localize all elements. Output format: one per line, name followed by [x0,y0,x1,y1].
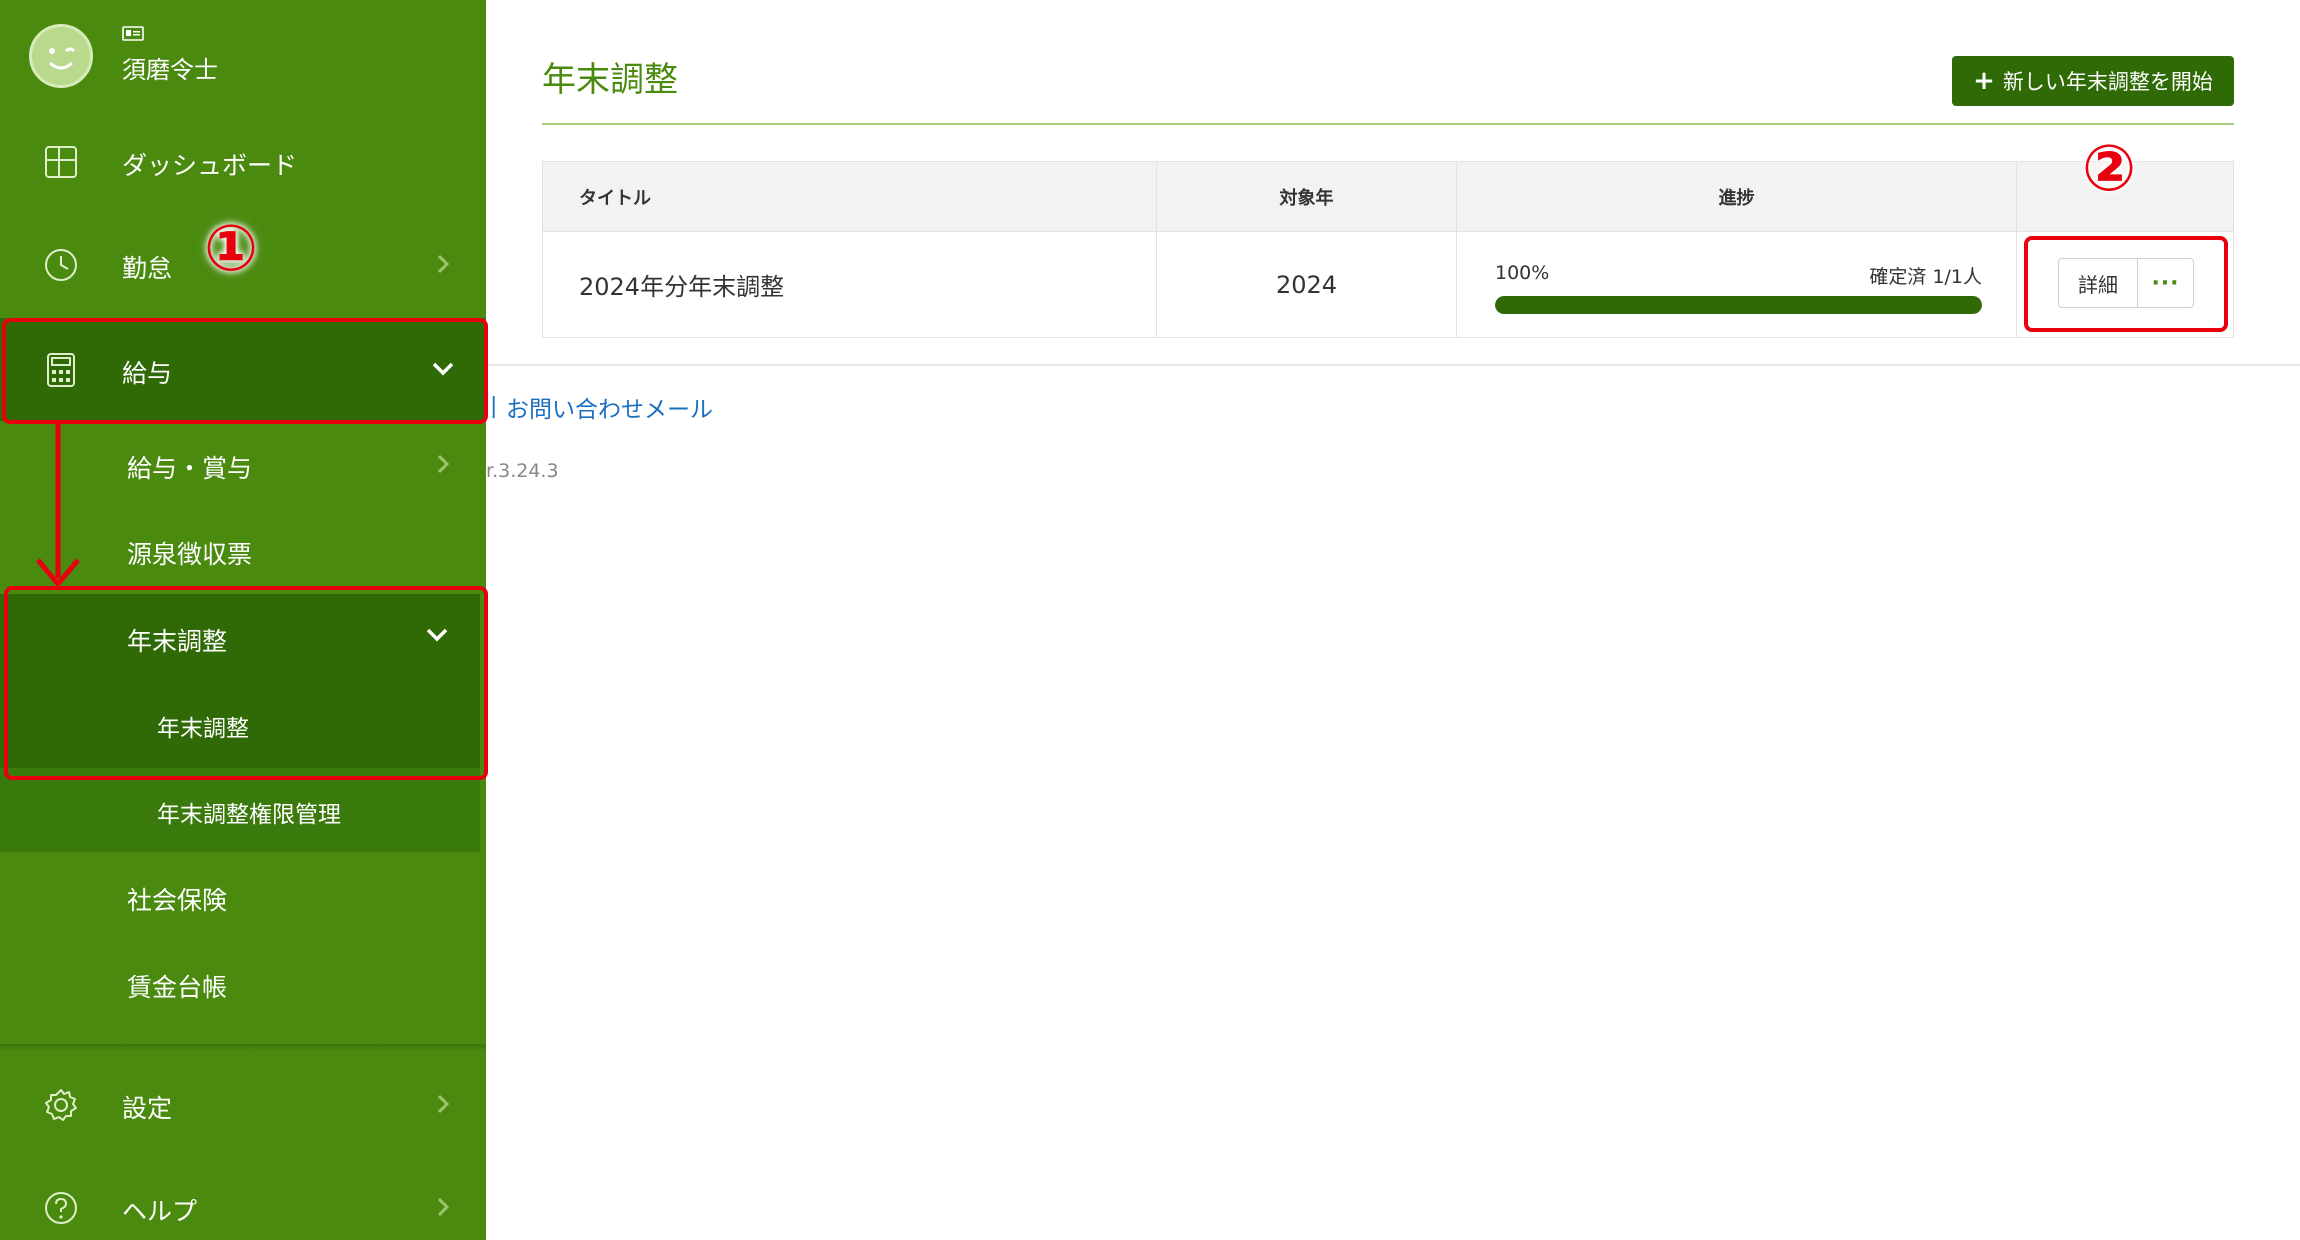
clock-icon [45,249,77,281]
page-title: 年末調整 [542,60,678,100]
sidebar-subitem-label: 源泉徴収票 [127,540,253,569]
user-profile[interactable]: 須磨令士 [0,0,486,115]
annotation-box-detail [2024,236,2228,332]
progress-bar [1495,296,1982,314]
sidebar-subitem-label: 賃金台帳 [127,973,228,1002]
annotation-step-1: ① [204,212,259,286]
column-header-title: タイトル [542,161,1157,232]
chevron-right-icon [437,254,450,274]
version-label: r.3.24.3 [486,460,559,482]
sidebar-item-label: 設定 [122,1094,173,1123]
footer-divider [486,364,2300,366]
sidebar-divider [0,1044,486,1052]
row-title: 2024年分年末調整 [542,231,1157,338]
sidebar-subitem-wage-ledger[interactable]: 賃金台帳 [0,940,486,1027]
gear-icon [45,1089,77,1121]
contact-email-link[interactable]: お問い合わせメール [506,390,713,424]
main-content: 年末調整 + 新しい年末調整を開始 タイトル 対象年 進捗 2024年分年末調整… [486,0,2300,1240]
help-circle-icon [45,1192,77,1224]
progress-percent: 100% [1495,262,1550,284]
avatar[interactable] [29,24,93,88]
sidebar-item-help[interactable]: ヘルプ [0,1156,486,1240]
arrow-down-icon [36,424,80,588]
sidebar-item-label: ダッシュボード [122,151,298,180]
id-card-icon [122,26,144,41]
annotation-box-yearend [4,586,488,780]
table-header-row: タイトル 対象年 進捗 [542,161,2234,232]
sidebar-subitem-label: 給与・賞与 [127,454,253,483]
table-row: 2024年分年末調整 2024 100% 確定済 1/1人 [542,231,2234,338]
new-yearend-button-label: 新しい年末調整を開始 [2002,70,2213,94]
annotation-box-salary [2,318,488,424]
row-year: 2024 [1156,231,1457,338]
sidebar-subsubitem-yearend-permissions[interactable]: 年末調整権限管理 [0,767,480,854]
user-name: 須磨令士 [122,56,218,84]
sidebar-item-label: 勤怠 [122,254,173,283]
chevron-right-icon [437,1197,450,1217]
yearend-table: タイトル 対象年 進捗 2024年分年末調整 2024 100% 確定済 1/1… [542,161,2234,338]
footer-separator: | [490,394,498,419]
dashboard-grid-icon [45,146,77,178]
column-header-progress: 進捗 [1456,161,2017,232]
title-divider [542,123,2234,125]
new-yearend-button[interactable]: + 新しい年末調整を開始 [1952,56,2234,106]
sidebar-item-settings[interactable]: 設定 [0,1053,486,1156]
progress-status: 確定済 1/1人 [1869,266,1982,288]
sidebar-subitem-social-insurance[interactable]: 社会保険 [0,853,486,940]
progress-bar-fill [1495,296,1982,314]
chevron-right-icon [437,454,450,474]
row-progress: 100% 確定済 1/1人 [1456,231,2017,338]
sidebar-subitem-label: 年末調整権限管理 [157,802,341,828]
plus-icon: + [1973,66,1995,96]
sidebar-subitem-label: 社会保険 [127,886,228,915]
sidebar-item-dashboard[interactable]: ダッシュボード [0,110,486,213]
column-header-year: 対象年 [1156,161,1457,232]
chevron-right-icon [437,1094,450,1114]
annotation-step-2: ② [2082,132,2137,206]
sidebar-item-label: ヘルプ [122,1197,198,1226]
